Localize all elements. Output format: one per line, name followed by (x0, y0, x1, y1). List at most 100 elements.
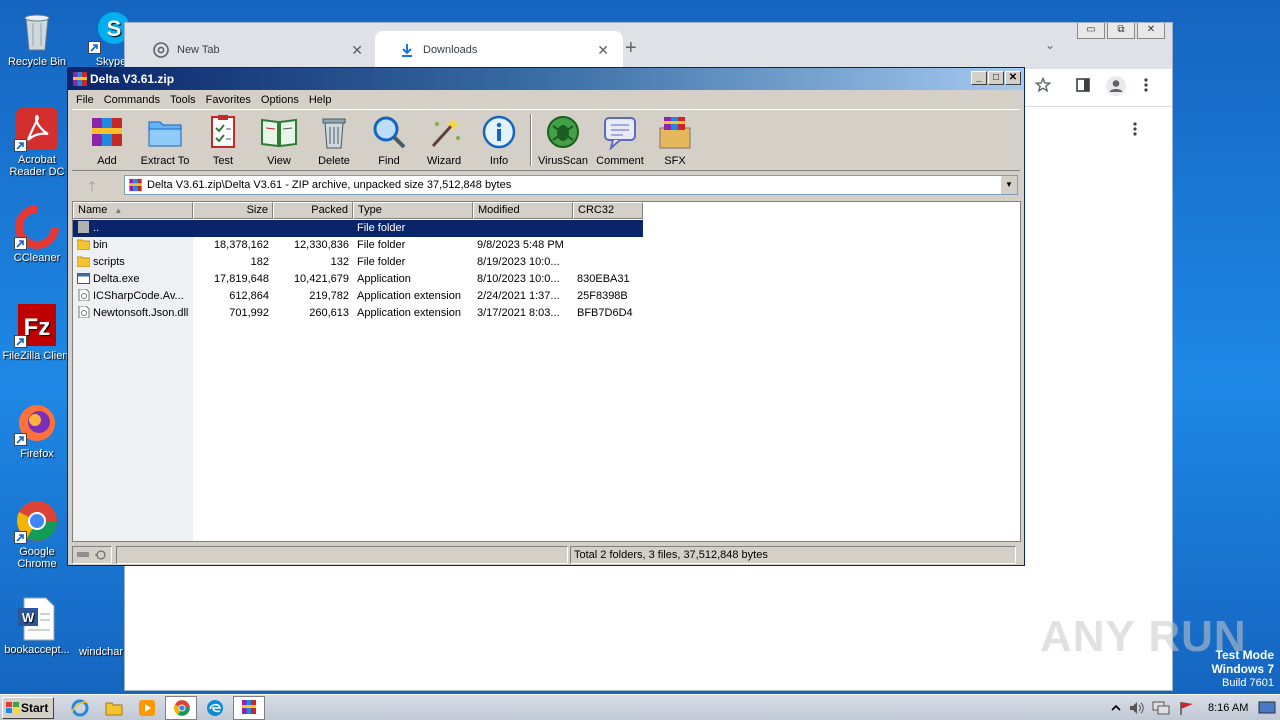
chrome-icon (14, 498, 60, 544)
start-button[interactable]: Start (2, 697, 54, 719)
new-tab-button[interactable]: + (625, 37, 637, 60)
add-icon (92, 118, 122, 146)
column-header-type[interactable]: Type (353, 202, 473, 219)
table-row[interactable]: bin 18,378,162 12,330,836 File folder 9/… (73, 237, 643, 254)
view-button[interactable]: View (250, 114, 308, 167)
menu-icon[interactable] (1143, 77, 1149, 93)
desktop-icon-label: Acrobat Reader DC (9, 154, 65, 178)
toolbar-label: Test (212, 155, 234, 167)
status-pane (116, 546, 568, 564)
extract-to-button[interactable]: Extract To (136, 114, 194, 167)
profile-icon[interactable] (1105, 75, 1127, 97)
status-drive-icon (72, 546, 112, 564)
cell-packed (273, 220, 353, 237)
folder-icon (77, 239, 90, 250)
explorer-icon[interactable] (104, 698, 124, 718)
star-icon[interactable] (1035, 77, 1051, 93)
file-list[interactable]: Name ▲ Size Packed Type Modified CRC32 .… (72, 201, 1021, 542)
desktop-icon-acrobat[interactable]: Acrobat Reader DC (0, 106, 74, 178)
minimize-button[interactable]: _ (971, 71, 987, 85)
up-one-level-button[interactable]: 🡑 (78, 176, 106, 194)
sfx-button[interactable]: SFX (646, 114, 704, 167)
side-panel-icon[interactable] (1075, 77, 1091, 93)
column-header-crc32[interactable]: CRC32 (573, 202, 643, 219)
archive-path-field[interactable]: Delta V3.61.zip\Delta V3.61 - ZIP archiv… (124, 175, 1018, 195)
info-button[interactable]: Info (470, 114, 528, 167)
menu-options[interactable]: Options (257, 91, 305, 109)
table-row[interactable]: scripts 182 132 File folder 8/19/2023 10… (73, 254, 643, 271)
chevron-down-icon[interactable]: ▼ (1000, 176, 1017, 194)
tab-downloads[interactable]: Downloads ✕ (375, 31, 623, 69)
close-tab-icon[interactable]: ✕ (351, 42, 363, 59)
chrome-taskbar-button[interactable] (165, 696, 197, 720)
list-header: Name ▲ Size Packed Type Modified CRC32 (73, 202, 643, 219)
cell-crc32: 830EBA31 (577, 273, 630, 285)
restore-button[interactable]: ⧉ (1107, 23, 1135, 39)
toolbar-label: Comment (596, 155, 644, 167)
desktop-icon-filezilla[interactable]: Fz FileZilla Client (0, 302, 74, 362)
winrar-taskbar-button[interactable] (233, 696, 265, 720)
wizard-button[interactable]: Wizard (415, 114, 473, 167)
winrar-window[interactable]: Delta V3.61.zip _ □ ✕ File Commands Tool… (67, 67, 1025, 566)
network-icon[interactable] (1152, 700, 1170, 716)
cell-type: File folder (357, 239, 406, 251)
desktop-icon-firefox[interactable]: Firefox (0, 400, 74, 460)
extract-folder-icon (148, 121, 182, 147)
cell-type: Application (357, 273, 411, 285)
desktop-icon-label: bookaccept... (4, 644, 70, 656)
windows-flag-icon (6, 702, 19, 713)
winrar-title-bar[interactable]: Delta V3.61.zip _ □ ✕ (68, 68, 1024, 90)
find-button[interactable]: Find (360, 114, 418, 167)
menu-file[interactable]: File (72, 91, 100, 109)
tab-search-chevron-icon[interactable]: ⌄ (1045, 38, 1055, 52)
column-header-size[interactable]: Size (193, 202, 273, 219)
cell-modified: 8/19/2023 10:0... (477, 256, 560, 268)
desktop-icon-ccleaner[interactable]: CCleaner (0, 204, 74, 264)
volume-icon[interactable] (1128, 700, 1146, 716)
comment-button[interactable]: Comment (591, 114, 649, 167)
ie-icon[interactable] (70, 698, 90, 718)
add-button[interactable]: Add (78, 114, 136, 167)
minimize-button[interactable]: ▭ (1077, 23, 1105, 39)
table-row[interactable]: Newtonsoft.Json.dll 701,992 260,613 Appl… (73, 305, 643, 322)
show-hidden-icons-icon[interactable] (1110, 700, 1122, 716)
column-header-modified[interactable]: Modified (473, 202, 573, 219)
folder-icon (77, 256, 90, 267)
tab-label: Downloads (423, 44, 478, 56)
flag-notification-icon[interactable] (1178, 700, 1196, 716)
menu-commands[interactable]: Commands (100, 91, 166, 109)
downloads-more-icon[interactable] (1132, 121, 1138, 137)
cell-packed: 219,782 (309, 290, 349, 302)
file-name: ICSharpCode.Av... (93, 290, 184, 302)
delete-button[interactable]: Delete (305, 114, 363, 167)
virusscan-button[interactable]: VirusScan (534, 114, 592, 167)
cell-crc32 (573, 254, 643, 271)
sort-ascending-icon: ▲ (114, 206, 123, 215)
menu-favorites[interactable]: Favorites (202, 91, 257, 109)
test-clipboard-icon (211, 115, 235, 148)
close-tab-icon[interactable]: ✕ (597, 42, 609, 59)
menu-tools[interactable]: Tools (166, 91, 202, 109)
desktop-icon-word-doc[interactable]: W bookaccept... (0, 596, 74, 656)
desktop-icon-chrome[interactable]: Google Chrome (0, 498, 74, 570)
table-row[interactable]: Delta.exe 17,819,648 10,421,679 Applicat… (73, 271, 643, 288)
close-button[interactable]: ✕ (1005, 71, 1021, 85)
cell-name: scripts (73, 254, 193, 271)
menu-help[interactable]: Help (305, 91, 338, 109)
desktop-icon-recycle-bin[interactable]: Recycle Bin (0, 8, 74, 68)
media-player-icon[interactable] (137, 698, 157, 718)
table-row[interactable]: .. File folder (73, 220, 643, 237)
test-button[interactable]: Test (194, 114, 252, 167)
column-header-packed[interactable]: Packed (273, 202, 353, 219)
close-button[interactable]: ✕ (1137, 23, 1165, 39)
view-book-icon (261, 118, 297, 148)
table-row[interactable]: ICSharpCode.Av... 612,864 219,782 Applic… (73, 288, 643, 305)
column-header-name[interactable]: Name ▲ (73, 202, 193, 219)
clock[interactable]: 8:16 AM (1208, 695, 1248, 720)
cell-size (193, 220, 273, 237)
tab-new-tab[interactable]: New Tab ✕ (129, 31, 377, 69)
edge-icon[interactable] (205, 698, 225, 718)
show-desktop-icon[interactable] (1258, 700, 1276, 716)
parent-folder-icon (78, 221, 89, 233)
maximize-button[interactable]: □ (988, 71, 1004, 85)
